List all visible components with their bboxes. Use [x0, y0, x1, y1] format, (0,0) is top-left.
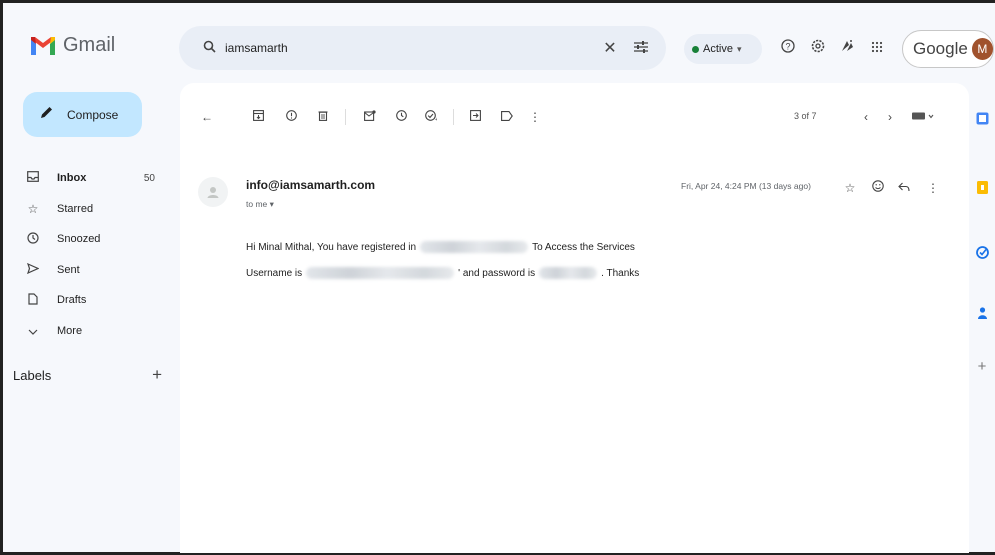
sidebar-item-label: Sent: [57, 263, 80, 276]
inbox-icon: [23, 171, 43, 185]
add-task-icon[interactable]: +: [421, 107, 441, 127]
draft-icon: [23, 293, 43, 308]
body-text: . Thanks: [601, 267, 640, 279]
svg-text:?: ?: [785, 42, 790, 52]
body-text: To Access the Services: [532, 241, 635, 253]
search-icon[interactable]: [193, 40, 225, 57]
calendar-icon[interactable]: [973, 112, 991, 130]
compose-label: Compose: [67, 107, 119, 122]
settings-gear-icon[interactable]: [808, 39, 828, 59]
chevron-down-icon: ▾: [736, 43, 742, 54]
help-icon[interactable]: ?: [778, 39, 798, 59]
label-tag-icon[interactable]: [497, 107, 517, 127]
labels-section-header: Labels +: [13, 365, 168, 385]
recipient-label: to me: [246, 199, 268, 209]
sender-address[interactable]: info@iamsamarth.com: [246, 178, 375, 192]
more-options-icon[interactable]: ⋮: [525, 107, 545, 127]
status-dot-icon: [692, 45, 699, 53]
sidebar-nav: Inbox 50 ☆ Starred Snoozed Sent Drafts M…: [23, 163, 173, 346]
avatar[interactable]: M: [971, 38, 993, 60]
recipient-details[interactable]: to me ▾: [246, 199, 274, 210]
status-selector[interactable]: Active ▾: [684, 34, 762, 64]
sidebar-item-drafts[interactable]: Drafts: [23, 285, 173, 316]
unread-count: 50: [143, 172, 155, 184]
sidebar-item-sent[interactable]: Sent: [23, 255, 173, 286]
keep-notes-icon[interactable]: [973, 181, 991, 199]
message-toolbar: ← + ⋮ 3 of 7 ‹ ›: [180, 97, 969, 137]
contacts-icon[interactable]: [973, 306, 991, 324]
back-arrow-icon[interactable]: ←: [197, 107, 217, 127]
toolbar-divider: [453, 109, 454, 125]
status-label: Active: [703, 43, 733, 55]
message-date: Fri, Apr 24, 4:24 PM (13 days ago): [681, 181, 811, 191]
body-text: Hi Minal Mithal, You have registered in: [246, 241, 417, 253]
body-text: Username is: [246, 267, 303, 279]
message-line: Hi Minal Mithal, You have registered in …: [246, 234, 866, 260]
clear-search-icon[interactable]: ✕: [596, 38, 624, 58]
redacted-blur: [420, 241, 529, 253]
tasks-icon[interactable]: [973, 246, 991, 264]
pencil-icon: [40, 106, 53, 123]
message-line: Username is ' and password is . Thanks: [246, 260, 866, 286]
chevron-down-icon: ▾: [269, 199, 274, 209]
report-spam-icon[interactable]: [281, 107, 301, 127]
input-tools-keyboard-icon[interactable]: [908, 107, 938, 127]
gmail-logo[interactable]: Gmail: [29, 33, 116, 57]
gemini-sparkle-icon[interactable]: [837, 39, 857, 59]
get-addons-icon[interactable]: +: [973, 358, 991, 376]
sidebar-item-snoozed[interactable]: Snoozed: [23, 224, 173, 255]
sidebar-item-inbox[interactable]: Inbox 50: [23, 163, 173, 194]
compose-button[interactable]: Compose: [23, 92, 142, 137]
add-label-icon[interactable]: +: [152, 365, 162, 385]
message-panel: ← + ⋮ 3 of 7 ‹ › info@iamsamarth.com to …: [180, 83, 969, 553]
svg-text:+: +: [435, 117, 437, 121]
clock-icon: [23, 232, 43, 247]
star-icon[interactable]: ☆: [841, 179, 859, 197]
archive-icon[interactable]: [248, 107, 268, 127]
sidebar-item-label: Inbox: [57, 172, 87, 185]
send-icon: [23, 262, 43, 277]
redacted-blur: [306, 267, 455, 279]
older-chevron-icon[interactable]: ›: [880, 107, 900, 127]
delete-icon[interactable]: [313, 107, 333, 127]
labels-heading: Labels: [13, 367, 52, 383]
sidebar-item-label: Snoozed: [57, 233, 101, 246]
toolbar-divider: [345, 109, 346, 125]
sidebar-item-label: Starred: [57, 202, 94, 215]
move-to-icon[interactable]: [465, 107, 485, 127]
snooze-clock-icon[interactable]: [391, 107, 411, 127]
gmail-window: Gmail iamsamarth ✕ Active ▾ ? Google M C…: [0, 0, 995, 555]
sidebar-item-label: Drafts: [57, 294, 87, 307]
message-more-icon[interactable]: ⋮: [924, 179, 942, 197]
sidebar-item-more[interactable]: More: [23, 316, 173, 347]
top-bar: Gmail iamsamarth ✕ Active ▾ ? Google M: [3, 3, 995, 70]
newer-chevron-icon[interactable]: ‹: [856, 107, 876, 127]
body-text: ' and password is: [458, 267, 536, 279]
sender-avatar-icon[interactable]: [198, 177, 228, 207]
sidebar-item-label: More: [57, 324, 83, 337]
message-body: Hi Minal Mithal, You have registered in …: [246, 234, 866, 286]
gmail-m-icon: [31, 37, 55, 55]
google-brand: Google: [913, 39, 968, 58]
sidebar-item-starred[interactable]: ☆ Starred: [23, 194, 173, 225]
emoji-reaction-icon[interactable]: [869, 179, 887, 197]
reply-arrow-icon[interactable]: [895, 179, 913, 197]
redacted-blur: [539, 267, 598, 279]
mark-unread-icon[interactable]: [360, 107, 380, 127]
chevron-down-icon: [23, 324, 43, 338]
search-bar[interactable]: iamsamarth ✕: [179, 26, 666, 70]
search-input[interactable]: iamsamarth: [225, 41, 596, 55]
account-switcher[interactable]: Google M: [902, 30, 994, 68]
app-name: Gmail: [63, 33, 116, 56]
search-options-icon[interactable]: [624, 40, 658, 57]
star-icon: ☆: [27, 201, 39, 216]
apps-grid-icon[interactable]: [867, 39, 887, 59]
page-counter: 3 of 7: [794, 111, 817, 121]
